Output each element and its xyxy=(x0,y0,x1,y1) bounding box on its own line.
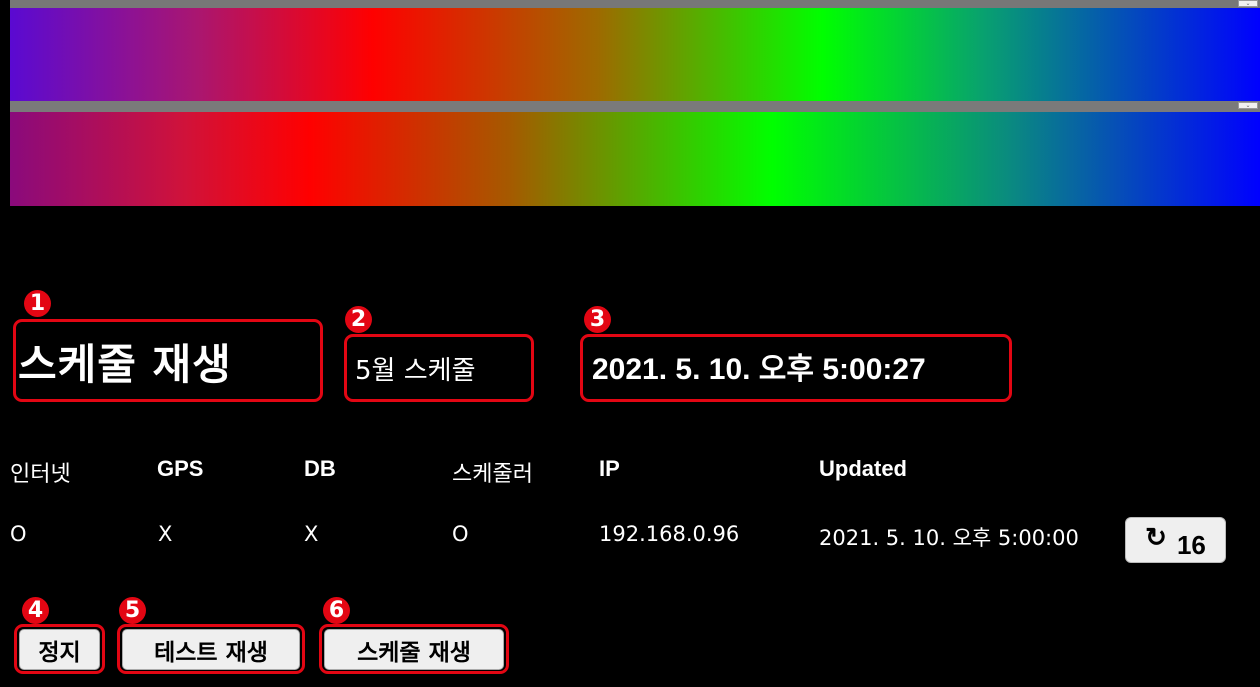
stop-button[interactable]: 정지 xyxy=(19,629,100,670)
schedule-play-button[interactable]: 스케줄 재생 xyxy=(324,629,504,670)
column-header-updated: Updated xyxy=(819,456,907,481)
marker-badge-1: 1 xyxy=(24,290,51,317)
column-header-gps: GPS xyxy=(157,456,204,481)
marker-badge-4: 4 xyxy=(22,597,49,624)
ip-address-value: 192.168.0.96 xyxy=(599,522,740,546)
middle-divider: ⌄ xyxy=(10,101,1260,112)
scheduler-status-value: O xyxy=(452,522,469,546)
test-play-button[interactable]: 테스트 재생 xyxy=(122,629,300,670)
marker-badge-6: 6 xyxy=(323,597,350,624)
refresh-countdown: 16 xyxy=(1176,529,1206,560)
color-spectrum-display-2 xyxy=(10,112,1260,206)
page-title: 스케줄 재생 xyxy=(18,340,232,389)
refresh-icon: ↻ xyxy=(1145,521,1167,552)
color-spectrum-display-1 xyxy=(10,8,1260,101)
column-header-internet: 인터넷 xyxy=(10,462,71,487)
internet-status-value: O xyxy=(10,522,27,546)
gps-status-value: X xyxy=(158,522,173,546)
resize-handle-icon[interactable]: ⌄ xyxy=(1238,0,1258,7)
current-datetime: 2021. 5. 10. 오후 5:00:27 xyxy=(592,353,926,386)
resize-handle-icon[interactable]: ⌄ xyxy=(1238,102,1258,109)
top-divider: ⌄ xyxy=(10,0,1260,8)
column-header-scheduler: 스케줄러 xyxy=(452,462,533,487)
updated-time-value: 2021. 5. 10. 오후 5:00:00 xyxy=(819,526,1079,550)
column-header-ip: IP xyxy=(599,456,620,481)
refresh-button[interactable]: ↻ 16 xyxy=(1125,517,1226,563)
column-header-db: DB xyxy=(304,456,336,481)
marker-badge-5: 5 xyxy=(119,597,146,624)
db-status-value: X xyxy=(304,522,319,546)
marker-badge-2: 2 xyxy=(345,306,372,333)
schedule-month-label: 5월 스케줄 xyxy=(355,356,476,386)
marker-badge-3: 3 xyxy=(584,306,611,333)
